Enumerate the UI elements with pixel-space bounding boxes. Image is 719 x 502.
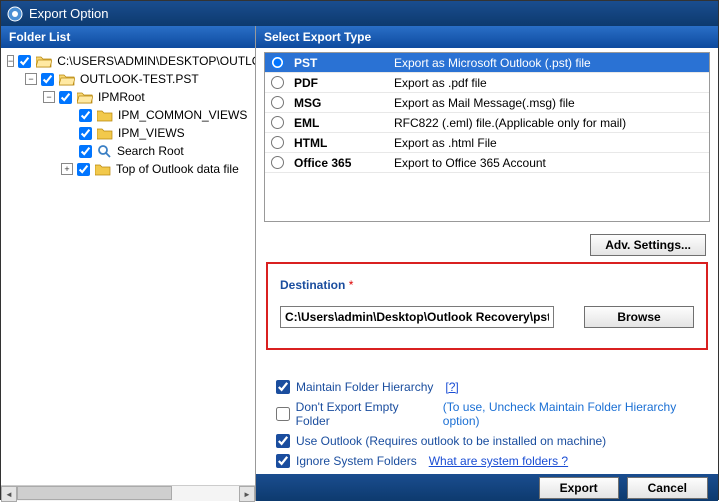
empty-folder-label: Don't Export Empty Folder <box>296 400 433 428</box>
folder-tree[interactable]: − C:\USERS\ADMIN\DESKTOP\OUTLOOK − OUTLOOK-… <box>1 48 255 485</box>
export-radio[interactable] <box>271 56 284 69</box>
cancel-button[interactable]: Cancel <box>627 477 708 499</box>
scroll-track[interactable] <box>17 486 239 501</box>
tree-toggle[interactable]: − <box>43 91 55 103</box>
export-panel: Select Export Type PST Export as Microso… <box>256 26 718 501</box>
window-title: Export Option <box>29 6 109 21</box>
tree-checkbox[interactable] <box>79 109 92 122</box>
use-outlook-checkbox[interactable] <box>276 434 290 448</box>
ignore-system-checkbox[interactable] <box>276 454 290 468</box>
horizontal-scrollbar[interactable]: ◄ ► <box>1 485 255 501</box>
folder-icon <box>97 109 113 122</box>
export-type-row[interactable]: HTML Export as .html File <box>265 133 709 153</box>
export-radio[interactable] <box>271 116 284 129</box>
tree-label: C:\USERS\ADMIN\DESKTOP\OUTLOOK <box>55 54 255 68</box>
export-desc: Export to Office 365 Account <box>394 156 703 170</box>
tree-node[interactable]: Search Root <box>1 142 255 160</box>
system-folders-link[interactable]: What are system folders ? <box>429 454 568 468</box>
adv-settings-button[interactable]: Adv. Settings... <box>590 234 706 256</box>
export-desc: Export as .html File <box>394 136 703 150</box>
tree-node[interactable]: IPM_COMMON_VIEWS <box>1 106 255 124</box>
folder-icon <box>95 163 111 176</box>
destination-group: Destination * Browse <box>266 262 708 350</box>
tree-toggle[interactable]: + <box>61 163 73 175</box>
export-radio[interactable] <box>271 76 284 89</box>
tree-label: OUTLOOK-TEST.PST <box>78 72 201 86</box>
tree-checkbox[interactable] <box>41 73 54 86</box>
export-type-row[interactable]: EML RFC822 (.eml) file.(Applicable only … <box>265 113 709 133</box>
tree-checkbox[interactable] <box>18 55 31 68</box>
folder-open-icon <box>36 55 52 68</box>
export-desc: Export as .pdf file <box>394 76 703 90</box>
tree-checkbox[interactable] <box>79 145 92 158</box>
folder-open-icon <box>59 73 75 86</box>
export-radio[interactable] <box>271 156 284 169</box>
export-type-row[interactable]: PST Export as Microsoft Outlook (.pst) f… <box>265 53 709 73</box>
export-type-header: Select Export Type <box>256 26 718 48</box>
export-name: HTML <box>294 136 394 150</box>
tree-label: IPM_VIEWS <box>116 126 187 140</box>
maintain-hierarchy-label: Maintain Folder Hierarchy <box>296 380 433 394</box>
ignore-system-label: Ignore System Folders <box>296 454 417 468</box>
tree-node[interactable]: IPM_VIEWS <box>1 124 255 142</box>
export-options: Maintain Folder Hierarchy [?] Don't Expo… <box>276 374 710 474</box>
tree-node[interactable]: − IPMRoot <box>1 88 255 106</box>
export-type-row[interactable]: MSG Export as Mail Message(.msg) file <box>265 93 709 113</box>
required-indicator: * <box>349 278 354 292</box>
tree-toggle[interactable]: − <box>25 73 37 85</box>
tree-node[interactable]: + Top of Outlook data file <box>1 160 255 178</box>
use-outlook-label: Use Outlook (Requires outlook to be inst… <box>296 434 606 448</box>
export-name: PDF <box>294 76 394 90</box>
app-icon <box>7 6 23 22</box>
tree-checkbox[interactable] <box>77 163 90 176</box>
tree-label: Top of Outlook data file <box>114 162 241 176</box>
maintain-hierarchy-checkbox[interactable] <box>276 380 290 394</box>
export-name: EML <box>294 116 394 130</box>
export-desc: Export as Mail Message(.msg) file <box>394 96 703 110</box>
destination-label: Destination <box>280 278 345 292</box>
tree-toggle[interactable]: − <box>7 55 14 67</box>
tree-label: Search Root <box>115 144 186 158</box>
export-name: PST <box>294 56 394 70</box>
export-name: Office 365 <box>294 156 394 170</box>
tree-checkbox[interactable] <box>79 127 92 140</box>
tree-checkbox[interactable] <box>59 91 72 104</box>
export-radio[interactable] <box>271 136 284 149</box>
tree-node[interactable]: − OUTLOOK-TEST.PST <box>1 70 255 88</box>
tree-node[interactable]: − C:\USERS\ADMIN\DESKTOP\OUTLOOK <box>1 52 255 70</box>
dialog-footer: Export Cancel <box>256 474 718 501</box>
tree-label: IPM_COMMON_VIEWS <box>116 108 249 122</box>
export-type-row[interactable]: Office 365 Export to Office 365 Account <box>265 153 709 173</box>
export-desc: Export as Microsoft Outlook (.pst) file <box>394 56 703 70</box>
folder-list-header: Folder List <box>1 26 255 48</box>
export-radio[interactable] <box>271 96 284 109</box>
folder-list-panel: Folder List − C:\USERS\ADMIN\DESKTOP\OUTL… <box>1 26 256 501</box>
search-icon <box>97 144 112 159</box>
export-type-row[interactable]: PDF Export as .pdf file <box>265 73 709 93</box>
folder-icon <box>97 127 113 140</box>
empty-folder-hint: (To use, Uncheck Maintain Folder Hierarc… <box>443 400 710 428</box>
tree-label: IPMRoot <box>96 90 147 104</box>
maintain-help-link[interactable]: [?] <box>445 380 458 394</box>
export-button[interactable]: Export <box>539 477 619 499</box>
export-desc: RFC822 (.eml) file.(Applicable only for … <box>394 116 703 130</box>
folder-open-icon <box>77 91 93 104</box>
scroll-thumb[interactable] <box>17 486 172 500</box>
export-type-list: PST Export as Microsoft Outlook (.pst) f… <box>264 52 710 222</box>
browse-button[interactable]: Browse <box>584 306 694 328</box>
titlebar: Export Option <box>1 1 718 26</box>
destination-input[interactable] <box>280 306 554 328</box>
empty-folder-checkbox[interactable] <box>276 407 290 421</box>
export-name: MSG <box>294 96 394 110</box>
